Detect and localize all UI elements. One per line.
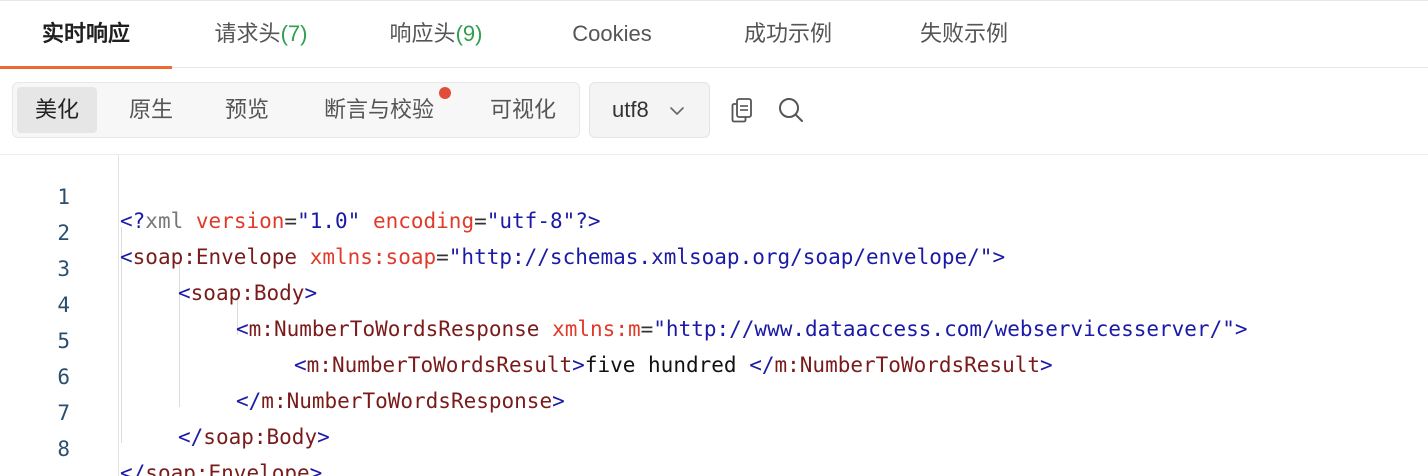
mode-visualize-button[interactable]: 可视化	[473, 87, 573, 133]
tab-realtime-response[interactable]: 实时响应	[0, 4, 172, 69]
tab-count: (7)	[280, 21, 308, 46]
response-toolbar: 美化 原生 预览 断言与校验 可视化 utf8	[0, 68, 1428, 154]
tab-request-headers[interactable]: 请求头(7)	[188, 4, 334, 68]
code-content: </soap:Envelope>	[120, 461, 323, 476]
code-line: 5 <m:NumberToWordsResult>five hundred </…	[0, 299, 1428, 377]
mode-preview-button[interactable]: 预览	[207, 87, 287, 133]
search-icon	[779, 98, 803, 122]
code-line: 8 </soap:Envelope>	[0, 407, 1428, 476]
copy-icon	[731, 98, 752, 123]
chevron-down-icon	[670, 107, 684, 115]
tab-failure-example[interactable]: 失败示例	[898, 4, 1030, 68]
mode-raw-button[interactable]: 原生	[111, 87, 191, 133]
tab-count: (9)	[455, 21, 483, 46]
mode-pretty-button[interactable]: 美化	[17, 87, 97, 133]
line-number: 8	[57, 437, 70, 461]
tab-response-headers[interactable]: 响应头(9)	[362, 4, 510, 68]
code-line: 7 </soap:Body>	[0, 371, 1428, 449]
code-line: 3 <soap:Body>	[0, 227, 1428, 305]
encoding-value: utf8	[612, 97, 649, 122]
tab-cookies[interactable]: Cookies	[550, 4, 674, 68]
assertion-badge-dot	[439, 87, 451, 99]
view-mode-group: 美化 原生 预览 断言与校验 可视化	[12, 82, 580, 138]
copy-button[interactable]	[727, 94, 759, 126]
search-button[interactable]	[775, 94, 807, 126]
tab-success-example[interactable]: 成功示例	[722, 4, 854, 68]
response-tabs: 实时响应 请求头(7) 响应头(9) Cookies 成功示例 失败示例	[0, 4, 1428, 69]
code-line: 6 </m:NumberToWordsResponse>	[0, 335, 1428, 413]
code-line: 4 <m:NumberToWordsResponse xmlns:m="http…	[0, 263, 1428, 341]
code-line: 1 <?xml version="1.0" encoding="utf-8"?>	[0, 155, 1428, 233]
encoding-select[interactable]: utf8	[589, 82, 710, 138]
mode-assertion-button[interactable]: 断言与校验	[307, 87, 451, 133]
code-editor[interactable]: 1 <?xml version="1.0" encoding="utf-8"?>…	[0, 154, 1428, 476]
code-line: 2 <soap:Envelope xmlns:soap="http://sche…	[0, 191, 1428, 269]
